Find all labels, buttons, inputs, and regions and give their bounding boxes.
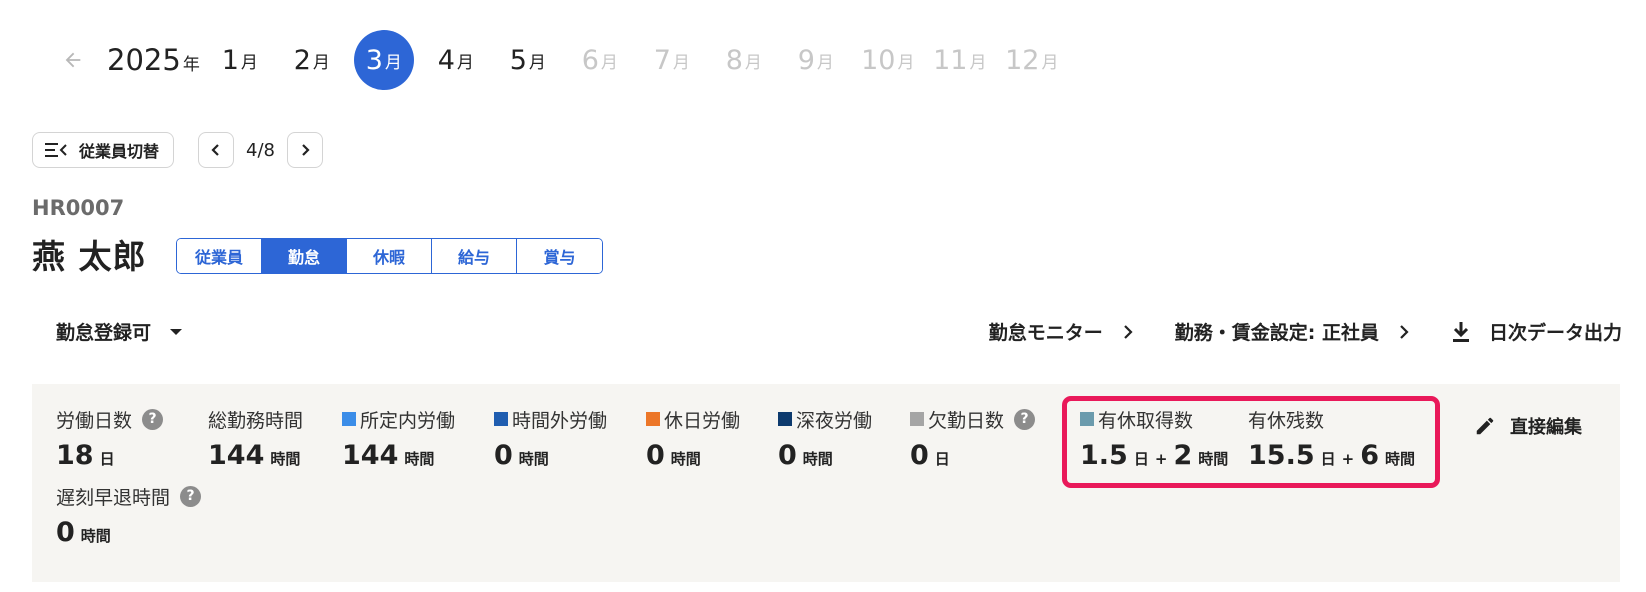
month-6: 6月 xyxy=(581,44,618,76)
tab-bonus[interactable]: 賞与 xyxy=(517,239,602,273)
stat-work-days: 労働日数? 18 日 xyxy=(56,406,164,471)
month-navigation: 2025 年 1月 2月 3月 4月 5月 6月 7月 8月 9月 10 月 11 月… xyxy=(55,30,1074,90)
pager-text: 4/8 xyxy=(246,139,275,161)
month-12: 12 月 xyxy=(1005,44,1059,76)
tab-salary[interactable]: 給与 xyxy=(432,239,517,273)
employee-switch-button[interactable]: 従業員切替 xyxy=(32,132,175,168)
stat-label: 労働日数 xyxy=(56,409,133,432)
stat-unit: 時間 xyxy=(518,450,549,468)
month-4[interactable]: 4月 xyxy=(426,30,486,90)
stat-value: 18 xyxy=(56,440,94,471)
stat-label: 所定内労働 xyxy=(360,409,456,432)
list-collapse-icon xyxy=(45,143,67,157)
download-icon xyxy=(1452,321,1469,342)
attendance-status-dropdown[interactable]: 勤怠登録可 xyxy=(56,318,183,345)
legend-square-icon xyxy=(342,412,356,426)
month-1[interactable]: 1月 xyxy=(210,30,270,90)
daily-export-button[interactable]: 日次データ出力 xyxy=(1451,318,1622,345)
stat-unit: 日 xyxy=(99,450,115,468)
month-8: 8月 xyxy=(725,44,762,76)
legend-square-icon xyxy=(646,412,660,426)
caret-down-icon xyxy=(170,328,183,335)
chevron-right-icon xyxy=(302,144,310,156)
stat-value: 0 xyxy=(494,440,513,471)
year-suffix: 年 xyxy=(182,55,200,75)
stat-unit: 日 xyxy=(934,450,950,468)
help-icon[interactable]: ? xyxy=(142,408,164,430)
month-7: 7月 xyxy=(653,44,690,76)
month-11: 11 月 xyxy=(933,44,987,76)
stat-label: 深夜労働 xyxy=(796,409,873,432)
stat-unit: 時間 xyxy=(404,450,435,468)
stat-overtime: 時間外労働 0 時間 xyxy=(494,406,607,471)
legend-square-icon xyxy=(494,412,508,426)
status-dropdown-label: 勤怠登録可 xyxy=(56,322,152,344)
attendance-monitor-link[interactable]: 勤怠モニター xyxy=(989,318,1133,345)
stat-label: 遅刻早退時間 xyxy=(56,486,171,509)
stat-unit: 時間 xyxy=(802,450,833,468)
stat-night: 深夜労働 0 時間 xyxy=(778,406,872,471)
month-3[interactable]: 3月 xyxy=(353,30,414,90)
pager-next-button[interactable] xyxy=(286,132,323,168)
stat-value: 0 xyxy=(646,440,665,471)
monitor-label: 勤怠モニター xyxy=(988,322,1103,344)
pencil-icon xyxy=(1476,417,1494,435)
employee-switch-label: 従業員切替 xyxy=(79,142,160,161)
stat-unit: 時間 xyxy=(80,527,111,545)
stat-label: 欠勤日数 xyxy=(928,409,1005,432)
stat-value: 0 xyxy=(56,517,75,548)
pager-prev-button[interactable] xyxy=(198,132,235,168)
stat-unit: 時間 xyxy=(270,450,301,468)
year-label: 2025 年 xyxy=(107,43,200,77)
month-10: 10 月 xyxy=(861,44,915,76)
stat-label: 総勤務時間 xyxy=(208,409,304,432)
stat-value: 0 xyxy=(910,440,929,471)
work-settings-label: 勤務・賃金設定: 正社員 xyxy=(1174,322,1379,344)
stat-label: 時間外労働 xyxy=(512,409,608,432)
stat-label: 休日労働 xyxy=(664,409,741,432)
employee-name: 燕 太郎 xyxy=(32,237,147,276)
help-icon[interactable]: ? xyxy=(180,485,202,507)
month-5[interactable]: 5月 xyxy=(498,30,558,90)
arrow-left-icon[interactable] xyxy=(55,42,91,78)
stat-value: 144 xyxy=(342,440,399,471)
legend-square-icon xyxy=(910,412,924,426)
stat-late-early: 遅刻早退時間? 0 時間 xyxy=(56,483,202,548)
action-links: 勤怠モニター 勤務・賃金設定: 正社員 日次データ出力 xyxy=(947,318,1622,345)
tab-employee[interactable]: 従業員 xyxy=(177,239,262,273)
stat-value: 144 xyxy=(208,440,265,471)
chevron-right-icon xyxy=(1400,324,1409,339)
stat-value: 0 xyxy=(778,440,797,471)
month-2[interactable]: 2月 xyxy=(282,30,342,90)
stat-holiday: 休日労働 0 時間 xyxy=(646,406,740,471)
stat-absence: 欠勤日数? 0日 xyxy=(910,406,1036,471)
stat-total-hours: 総勤務時間 144 時間 xyxy=(208,406,304,472)
direct-edit-button[interactable]: 直接編集 xyxy=(1474,413,1582,439)
month-9: 9月 xyxy=(797,44,834,76)
tab-leave[interactable]: 休暇 xyxy=(347,239,432,273)
month-list: 1月 2月 3月 4月 5月 6月 7月 8月 9月 10 月 11 月 12 月 xyxy=(210,30,1074,90)
export-label: 日次データ出力 xyxy=(1488,322,1622,344)
employee-code: HR0007 xyxy=(32,196,125,220)
stat-unit: 時間 xyxy=(670,450,701,468)
help-icon[interactable]: ? xyxy=(1014,408,1036,430)
stat-scheduled: 所定内労働 144 時間 xyxy=(342,406,455,471)
work-settings-link[interactable]: 勤務・賃金設定: 正社員 xyxy=(1175,318,1409,345)
chevron-right-icon xyxy=(1123,324,1133,339)
year-value: 2025 xyxy=(107,43,181,77)
employee-switch-row: 従業員切替 4/8 xyxy=(32,132,323,168)
paid-leave-highlight xyxy=(1062,396,1440,488)
employee-pager: 4/8 xyxy=(198,132,323,168)
direct-edit-label: 直接編集 xyxy=(1510,417,1582,438)
tab-attendance[interactable]: 勤怠 xyxy=(262,239,347,273)
legend-square-icon xyxy=(778,412,792,426)
employee-tabs: 従業員 勤怠 休暇 給与 賞与 xyxy=(176,238,603,274)
chevron-left-icon xyxy=(211,144,219,156)
